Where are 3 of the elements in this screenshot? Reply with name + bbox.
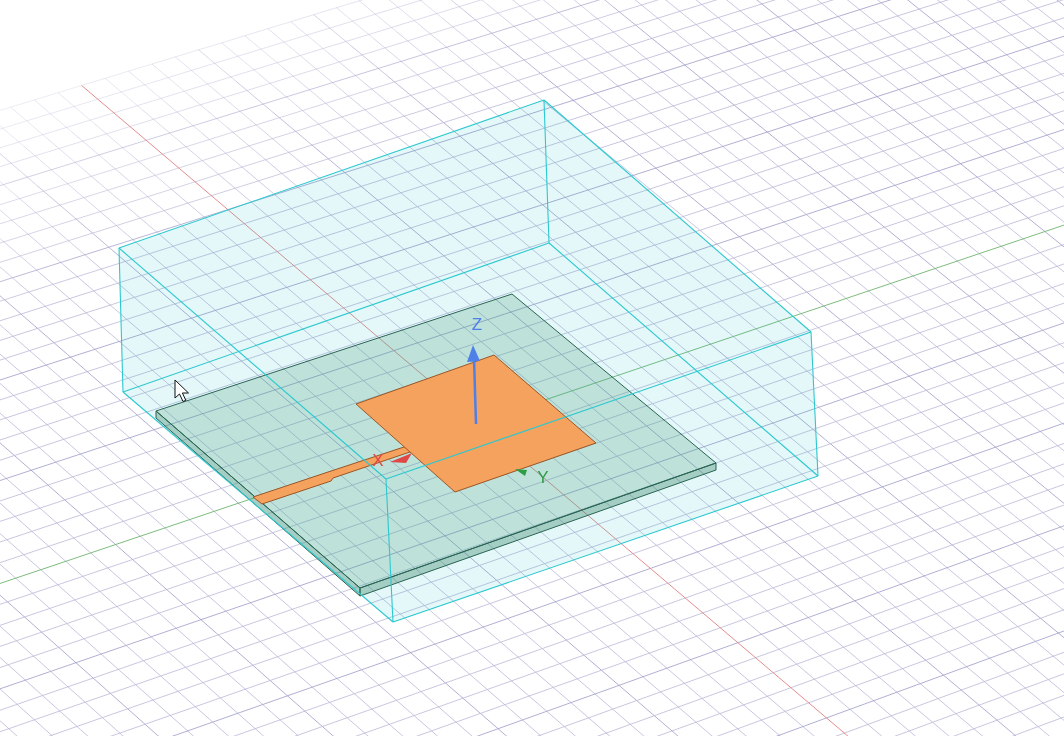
mouse-pointer-icon xyxy=(174,379,189,402)
axis-label: Y xyxy=(537,468,549,487)
axis-label: Z xyxy=(471,315,483,334)
